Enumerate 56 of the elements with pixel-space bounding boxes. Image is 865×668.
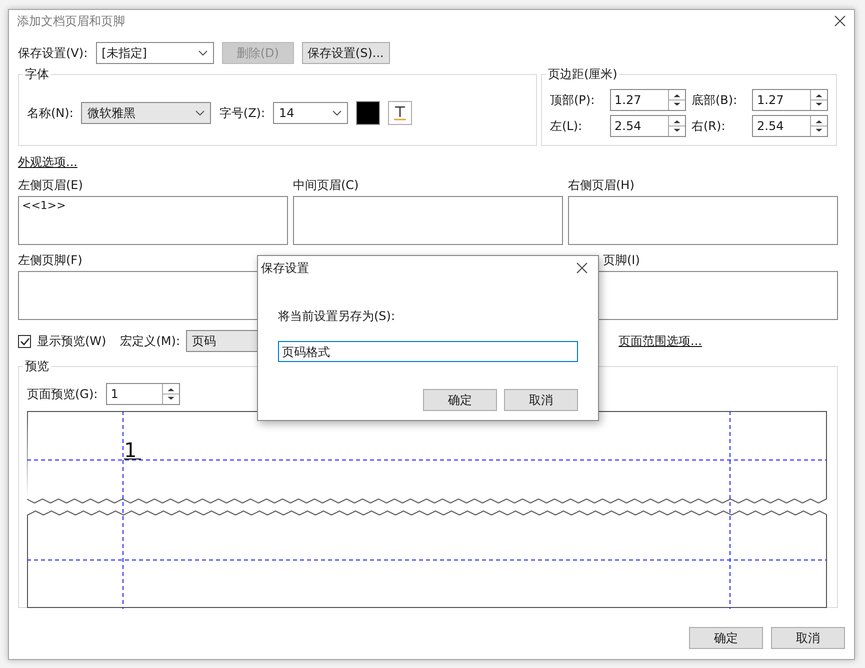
page-spin-field[interactable]: 1: [106, 383, 180, 405]
field-label: 保存设置(V):: [18, 44, 88, 62]
prompt-text: 将当前设置另存为(S):: [278, 308, 396, 325]
field-label: 左侧页脚(F): [18, 252, 82, 268]
margin-spin-field[interactable]: 1.27: [752, 89, 828, 111]
spin-arrows-icon[interactable]: [668, 90, 684, 110]
page-range-link[interactable]: 页面范围选项...: [618, 332, 702, 350]
color-swatch[interactable]: [356, 101, 380, 125]
margin-spin-field[interactable]: 1.27: [610, 89, 686, 111]
field-label: 页脚(I): [603, 252, 640, 268]
spin-arrows-icon[interactable]: [668, 116, 684, 136]
group-title: 页边距(厘米): [547, 66, 618, 83]
header-text-area[interactable]: [293, 196, 563, 245]
field-label: 左(L):: [550, 118, 584, 134]
page-preview-drawing: 1: [27, 411, 827, 609]
close-icon[interactable]: [576, 262, 588, 274]
margin-spin-field[interactable]: 2.54: [752, 115, 828, 137]
dropdown-caret-icon: [332, 110, 342, 116]
field-label: 页面预览(G):: [27, 386, 98, 402]
field-label: 顶部(P):: [550, 92, 596, 108]
dropdown-caret-icon: [195, 110, 206, 116]
field-label: 宏定义(M):: [120, 332, 180, 350]
close-icon[interactable]: [834, 15, 846, 27]
field-label: 底部(B):: [692, 92, 738, 108]
appearance-options-link[interactable]: 外观选项...: [18, 154, 78, 171]
window-title: 添加文档页眉和页脚: [17, 12, 125, 30]
dialog-button[interactable]: 取消: [771, 627, 845, 649]
spin-arrows-icon[interactable]: [810, 90, 827, 110]
dropdown-caret-icon: [198, 50, 208, 56]
header-text-area[interactable]: [568, 196, 838, 245]
font-size-dropdown[interactable]: 14: [273, 102, 348, 124]
margin-spin-field[interactable]: 2.54: [610, 115, 686, 137]
field-label: 左侧页眉(E): [18, 176, 83, 194]
text-format-button[interactable]: [388, 101, 412, 125]
spin-arrows-icon[interactable]: [810, 116, 827, 136]
checkbox[interactable]: [18, 334, 31, 348]
field-label: 字号(Z):: [219, 104, 266, 122]
dialog-button[interactable]: 确定: [423, 389, 497, 411]
spin-arrows-icon[interactable]: [162, 384, 179, 404]
check-icon: [20, 336, 30, 346]
font-name-dropdown[interactable]: 微软雅黑: [81, 102, 212, 124]
settings-dropdown[interactable]: [未指定]: [96, 42, 214, 64]
dialog-button[interactable]: 确定: [689, 627, 763, 649]
text-icon: [393, 105, 408, 121]
field-label: 右侧页眉(H): [568, 176, 634, 194]
header-text-area[interactable]: <<1>>: [18, 196, 288, 245]
checkbox-label: 显示预览(W): [37, 332, 106, 350]
save-settings-button[interactable]: 保存设置(S)...: [302, 42, 390, 64]
name-input-field[interactable]: 页码格式: [278, 341, 578, 362]
dialog-title: 保存设置: [261, 260, 309, 276]
field-label: 右(R):: [692, 118, 726, 134]
field-label: 中间页眉(C): [293, 176, 359, 194]
dialog-button[interactable]: 取消: [504, 389, 578, 411]
group-title: 预览: [24, 358, 50, 375]
field-label: 名称(N):: [27, 104, 74, 122]
group-title: 字体: [24, 66, 50, 83]
